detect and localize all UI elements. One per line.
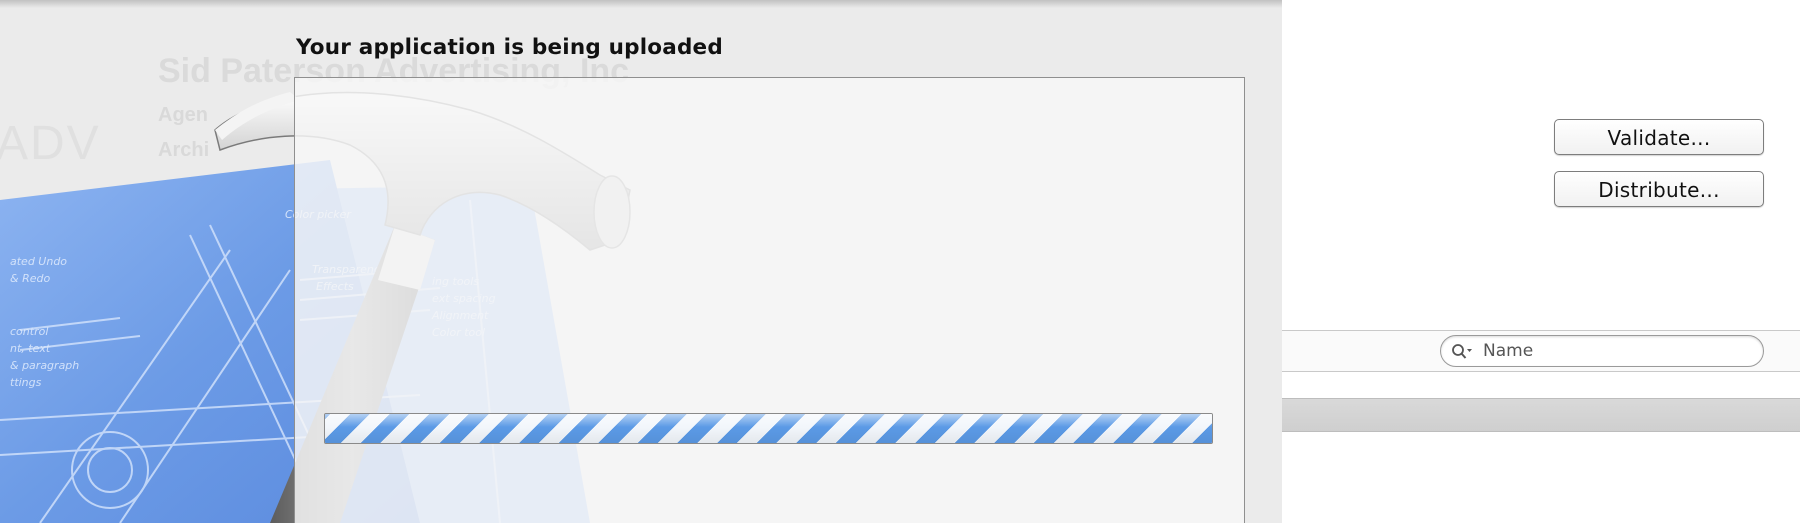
search-icon[interactable]: [1451, 343, 1473, 361]
validate-button[interactable]: Validate...: [1554, 119, 1764, 155]
upload-sheet-title: Your application is being uploaded: [296, 35, 723, 60]
archive-list-header: [1282, 398, 1800, 432]
svg-text:control: control: [10, 325, 48, 338]
xcode-window-backdrop: Sid Paterson Advertising, Inc Agen Archi…: [0, 0, 1282, 523]
upload-progress-bar: [324, 413, 1213, 444]
search-input[interactable]: [1483, 336, 1753, 366]
svg-text:ated Undo: ated Undo: [10, 255, 67, 268]
upload-progress-fill: [325, 414, 1212, 443]
search-field[interactable]: [1440, 335, 1764, 367]
distribute-button[interactable]: Distribute...: [1554, 171, 1764, 207]
organizer-pane: Validate... Distribute...: [1282, 0, 1800, 523]
filter-bar: [1282, 330, 1800, 372]
svg-text:& Redo: & Redo: [10, 272, 50, 285]
svg-text:& paragraph: & paragraph: [10, 359, 79, 372]
svg-text:ttings: ttings: [10, 376, 42, 389]
upload-sheet-panel: [294, 77, 1245, 523]
svg-text:nt, text: nt, text: [10, 342, 51, 355]
